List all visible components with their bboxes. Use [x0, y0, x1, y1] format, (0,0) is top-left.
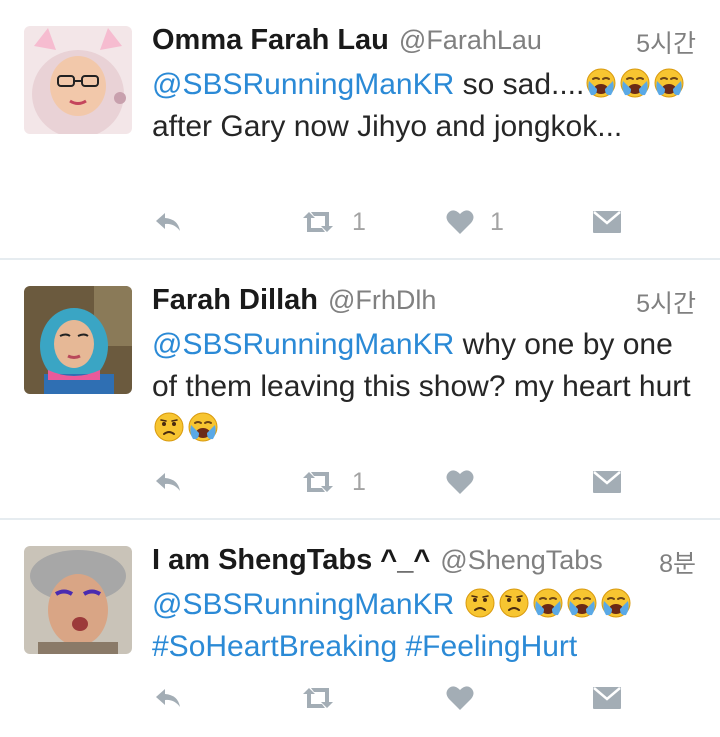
- avatar[interactable]: [24, 546, 132, 654]
- tweet-text-part: after Gary now Jihyo and jongkok...: [152, 110, 623, 143]
- loudly-crying-face-icon: [566, 587, 598, 619]
- tweet-actions: [150, 680, 630, 716]
- loudly-crying-face-icon: [532, 587, 564, 619]
- tweet-actions: 1 1: [150, 204, 630, 240]
- like-button[interactable]: [446, 680, 490, 716]
- retweet-count: 1: [352, 467, 366, 496]
- tweet-text-part: so sad....: [454, 68, 585, 101]
- loudly-crying-face-icon: [585, 67, 617, 99]
- reply-button[interactable]: [154, 464, 182, 500]
- username[interactable]: @ShengTabs: [440, 545, 603, 576]
- direct-message-button[interactable]: [592, 464, 622, 500]
- tweet-header: I am ShengTabs ^_^ @ShengTabs 8분: [152, 544, 696, 584]
- mention-link[interactable]: @SBSRunningManKR: [152, 328, 454, 361]
- retweet-count: 1: [352, 207, 366, 236]
- reply-icon: [154, 686, 182, 710]
- direct-message-icon: [592, 469, 622, 495]
- confused-face-icon: [464, 587, 496, 619]
- direct-message-icon: [592, 685, 622, 711]
- heart-icon: [446, 685, 474, 711]
- display-name[interactable]: Farah Dillah: [152, 284, 318, 317]
- avatar[interactable]: [24, 286, 132, 394]
- reply-button[interactable]: [154, 680, 182, 716]
- like-button[interactable]: 1: [446, 204, 504, 240]
- tweet-actions: 1: [150, 464, 630, 500]
- reply-icon: [154, 210, 182, 234]
- timestamp[interactable]: 8분: [659, 544, 696, 580]
- loudly-crying-face-icon: [619, 67, 651, 99]
- heart-icon: [446, 469, 474, 495]
- retweet-icon: [300, 686, 336, 710]
- tweet-text: @SBSRunningManKR why one by one of them …: [152, 324, 700, 450]
- loudly-crying-face-icon: [600, 587, 632, 619]
- reply-icon: [154, 470, 182, 494]
- avatar[interactable]: [24, 26, 132, 134]
- like-button[interactable]: [446, 464, 490, 500]
- mention-link[interactable]: @SBSRunningManKR: [152, 68, 454, 101]
- direct-message-icon: [592, 209, 622, 235]
- tweet-text: @SBSRunningManKR #SoHeartBreaking #Feeli…: [152, 584, 700, 668]
- hashtag-link[interactable]: #FeelingHurt: [406, 630, 578, 663]
- tweet[interactable]: Omma Farah Lau @FarahLau 5시간 @SBSRunning…: [0, 0, 720, 260]
- username[interactable]: @FarahLau: [399, 25, 542, 56]
- retweet-icon: [300, 210, 336, 234]
- tweet-header: Farah Dillah @FrhDlh 5시간: [152, 284, 696, 324]
- hashtag-link[interactable]: #SoHeartBreaking: [152, 630, 397, 663]
- retweet-button[interactable]: 1: [300, 204, 366, 240]
- reply-button[interactable]: [154, 204, 182, 240]
- heart-icon: [446, 209, 474, 235]
- like-count: 1: [490, 207, 504, 236]
- retweet-button[interactable]: 1: [300, 464, 366, 500]
- tweet[interactable]: Farah Dillah @FrhDlh 5시간 @SBSRunningManK…: [0, 260, 720, 520]
- loudly-crying-face-icon: [653, 67, 685, 99]
- retweet-button[interactable]: [300, 680, 352, 716]
- tweet-text: @SBSRunningManKR so sad.... after Gary n…: [152, 64, 700, 148]
- direct-message-button[interactable]: [592, 680, 622, 716]
- confused-face-icon: [153, 411, 185, 443]
- tweet[interactable]: I am ShengTabs ^_^ @ShengTabs 8분 @SBSRun…: [0, 520, 720, 737]
- confused-face-icon: [498, 587, 530, 619]
- display-name[interactable]: Omma Farah Lau: [152, 24, 389, 57]
- display-name[interactable]: I am ShengTabs ^_^: [152, 544, 430, 577]
- direct-message-button[interactable]: [592, 204, 622, 240]
- timestamp[interactable]: 5시간: [636, 24, 696, 60]
- tweet-header: Omma Farah Lau @FarahLau 5시간: [152, 24, 696, 64]
- loudly-crying-face-icon: [187, 411, 219, 443]
- retweet-icon: [300, 470, 336, 494]
- timestamp[interactable]: 5시간: [636, 284, 696, 320]
- username[interactable]: @FrhDlh: [328, 285, 436, 316]
- mention-link[interactable]: @SBSRunningManKR: [152, 588, 454, 621]
